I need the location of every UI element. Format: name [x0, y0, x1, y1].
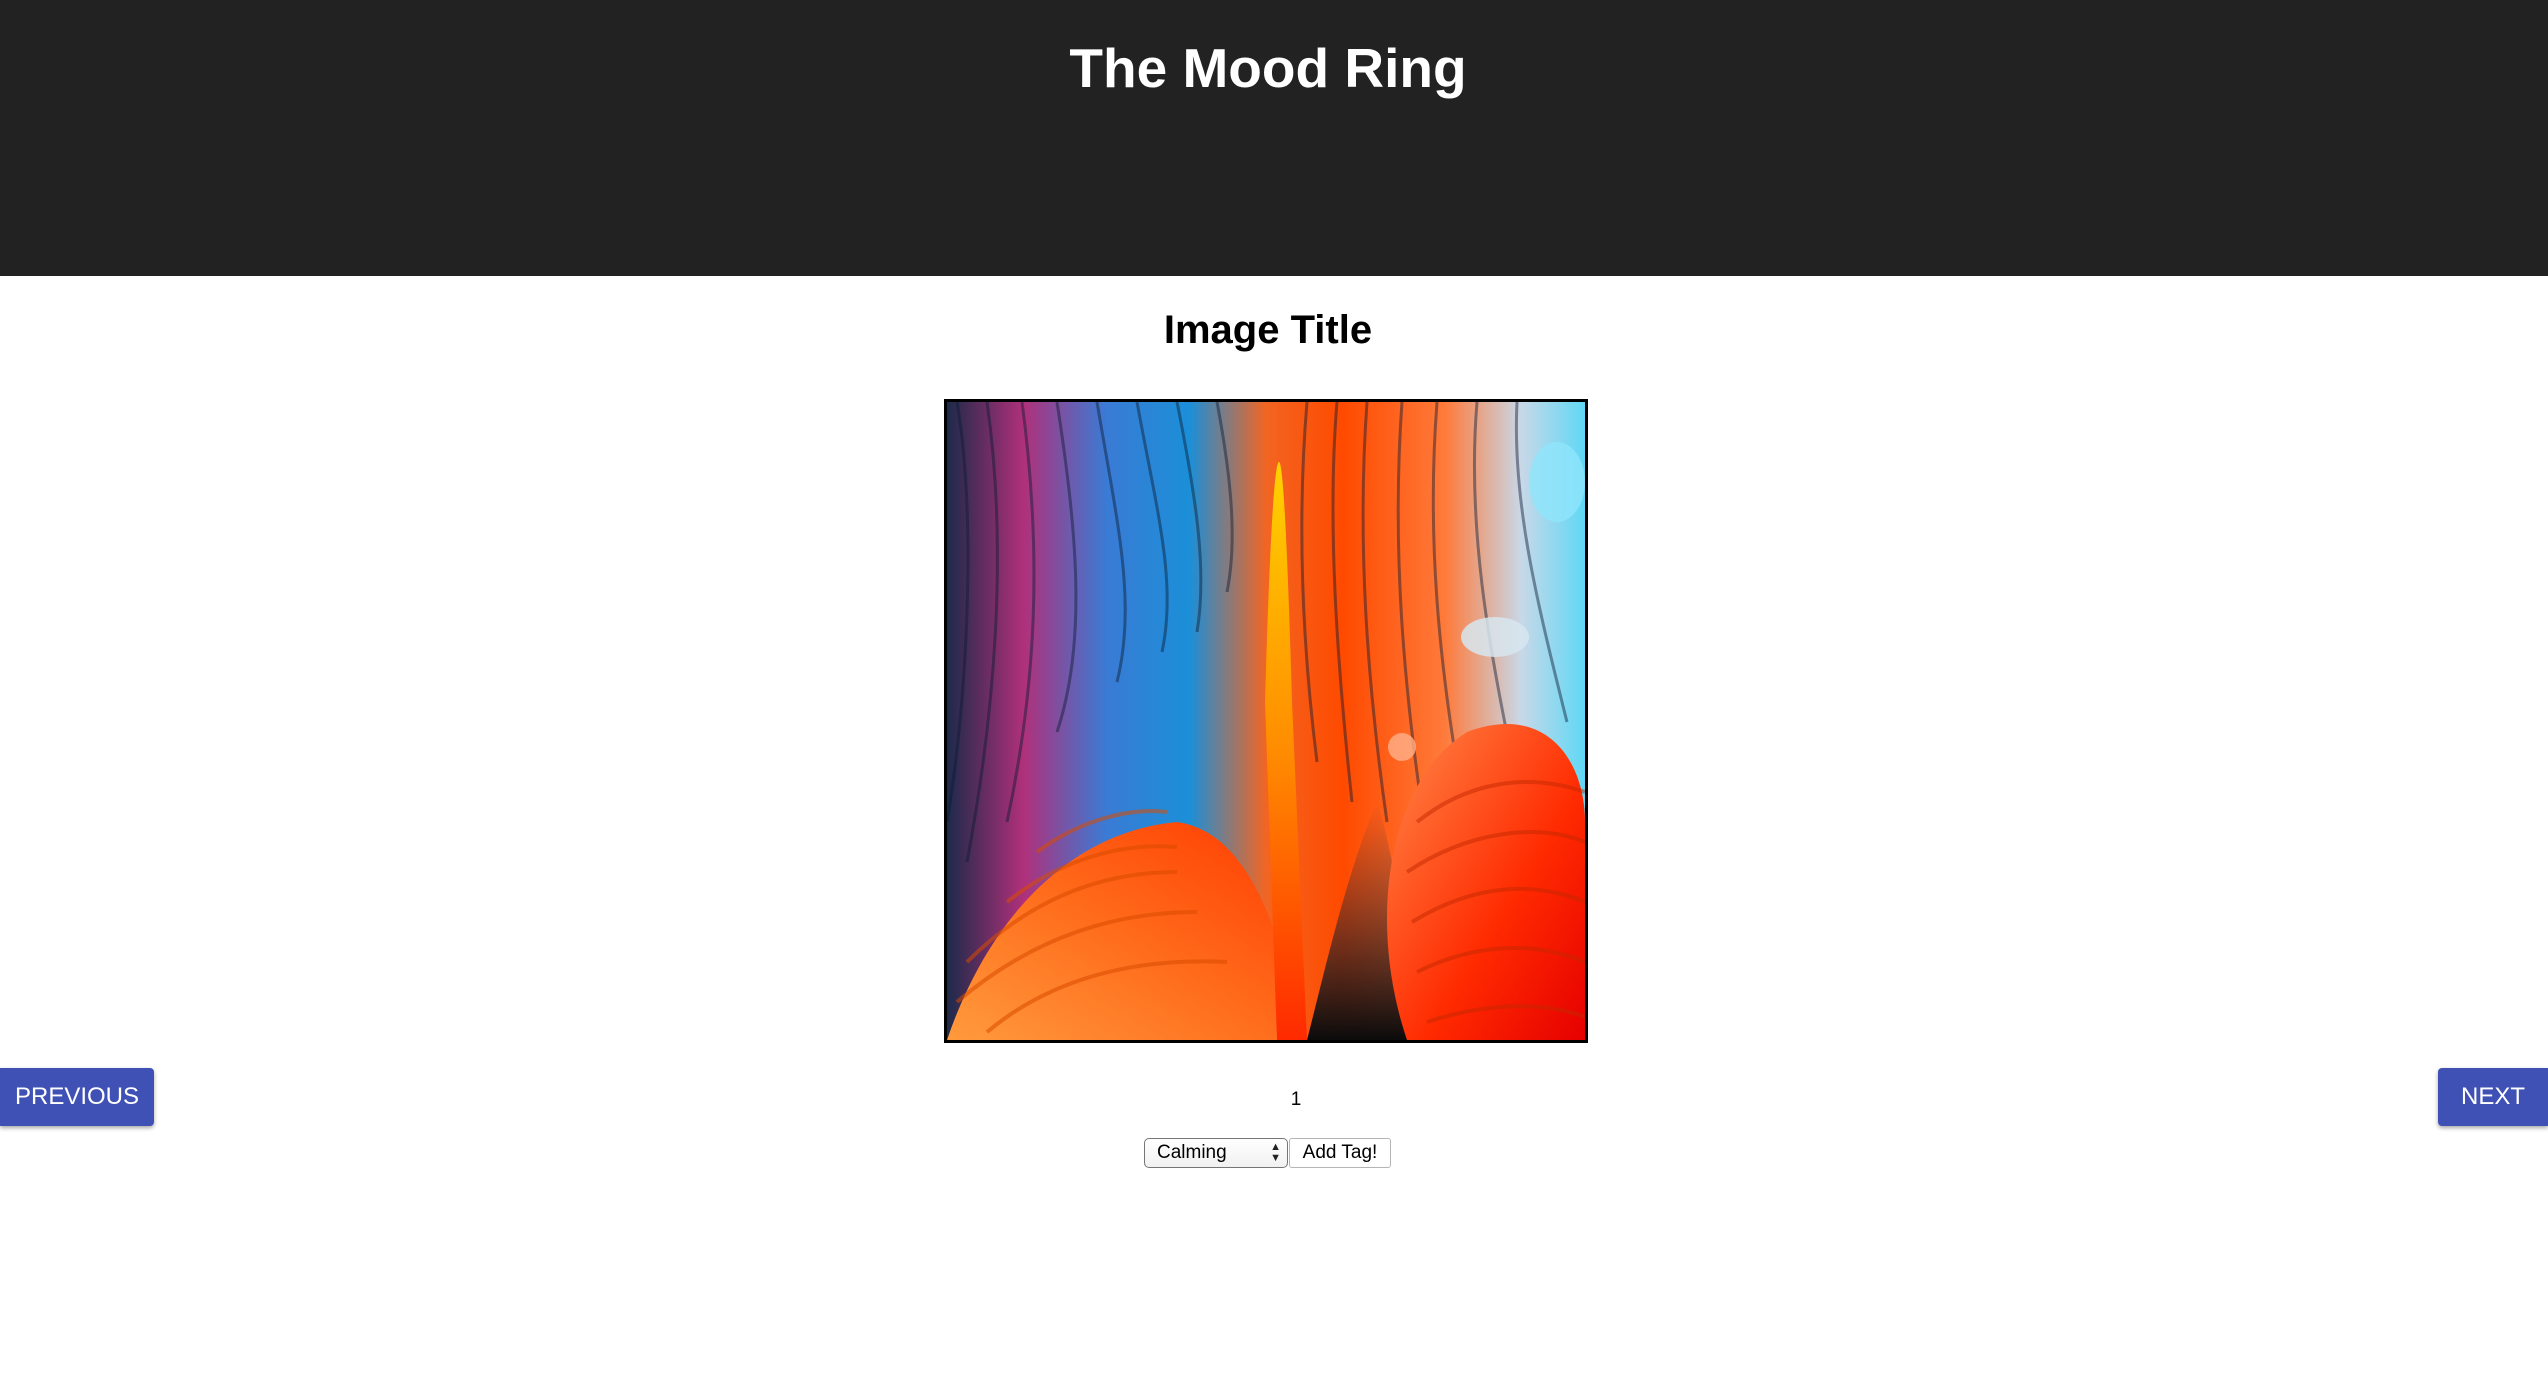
image-title: Image Title: [1163, 308, 1373, 352]
image-index: 1: [1290, 1089, 1302, 1110]
site-header: The Mood Ring: [0, 0, 2548, 276]
tag-select-value: Calming: [1157, 1142, 1227, 1163]
select-arrows-icon: ▲ ▼: [1270, 1141, 1281, 1164]
tag-form: Calming ▲ ▼ Add Tag!: [1144, 1138, 1391, 1168]
add-tag-button[interactable]: Add Tag!: [1289, 1138, 1391, 1168]
artwork-image: [944, 399, 1588, 1043]
tag-select[interactable]: Calming ▲ ▼: [1144, 1138, 1288, 1168]
site-title: The Mood Ring: [1069, 37, 1467, 99]
